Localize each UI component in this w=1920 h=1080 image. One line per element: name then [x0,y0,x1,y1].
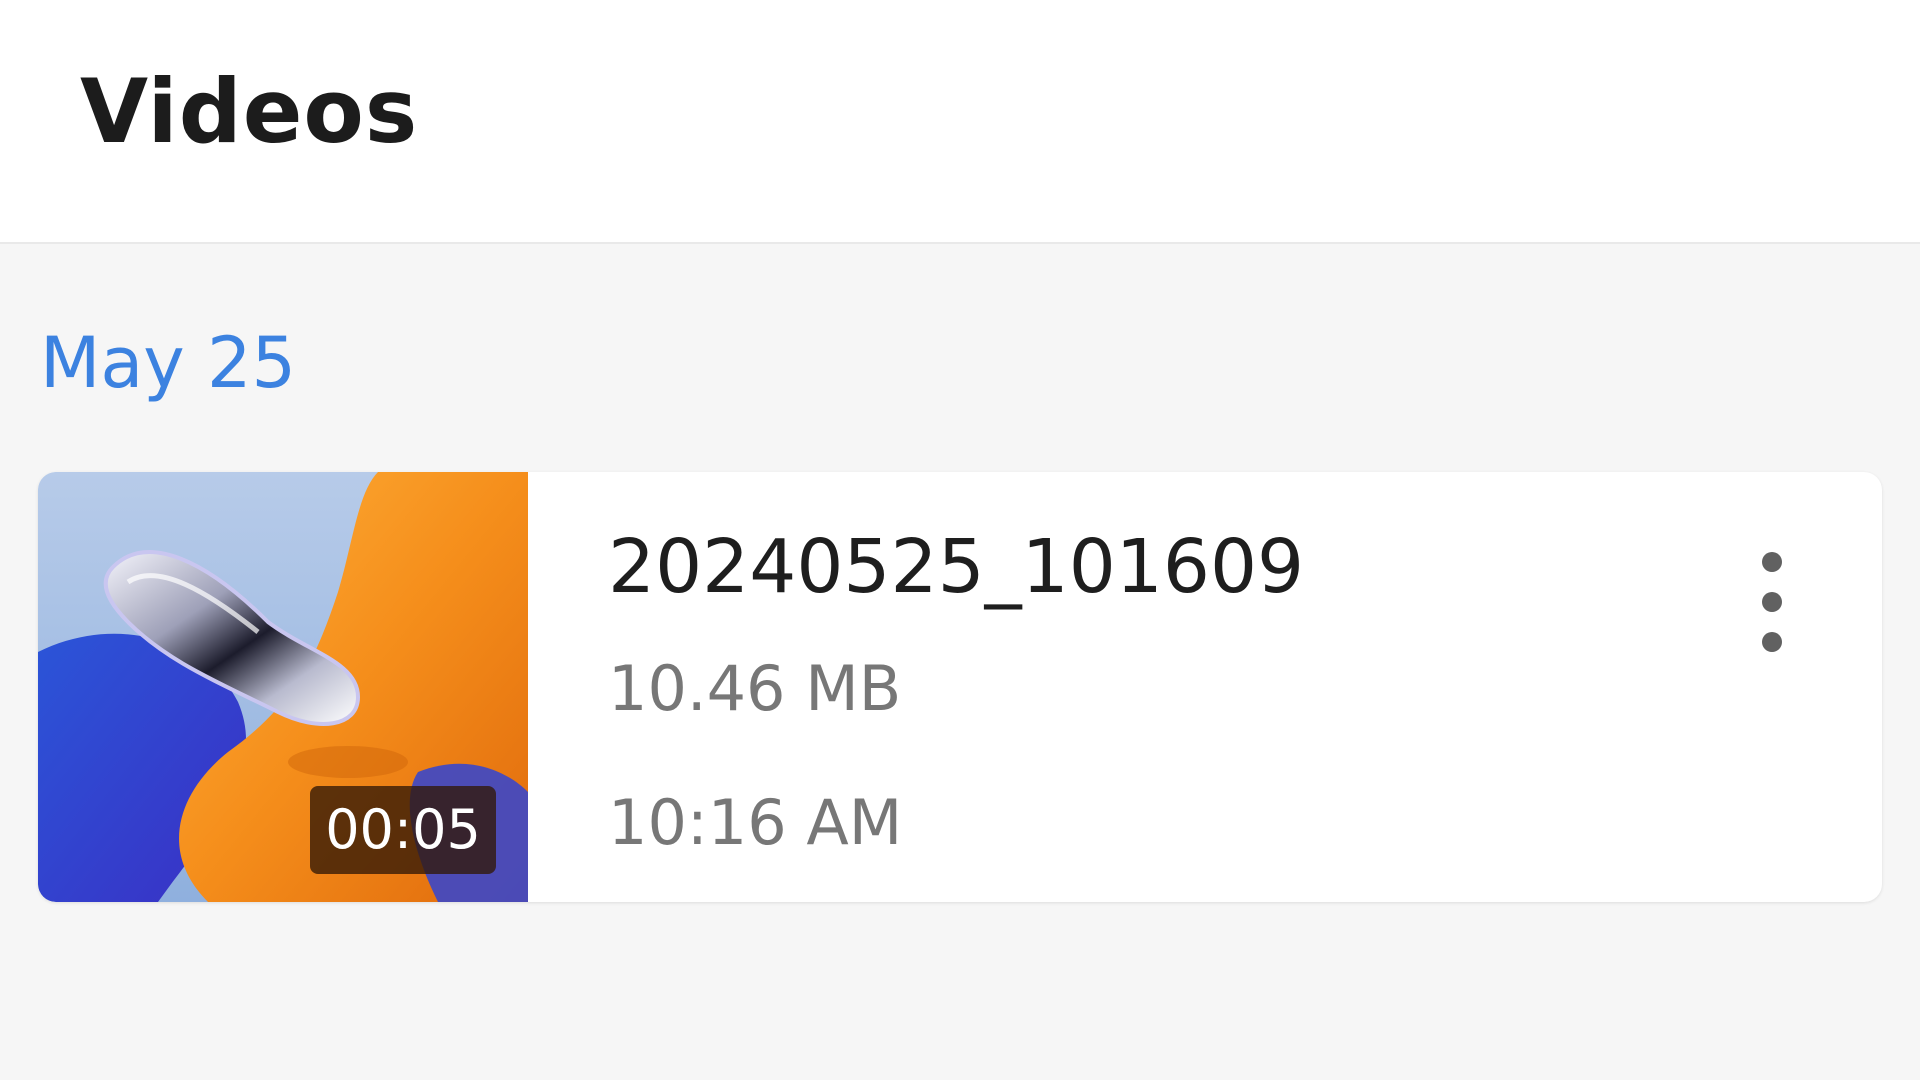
video-file-name: 20240525_101609 [608,524,1305,610]
video-time: 10:16 AM [608,786,903,859]
top-app-bar: Videos [0,0,1920,244]
more-vert-icon-dot [1762,592,1782,612]
page-title: Videos [80,60,419,163]
more-options-button[interactable] [1744,552,1800,652]
video-thumbnail[interactable]: 00:05 [38,472,528,902]
video-list-item[interactable]: 00:05 20240525_101609 10.46 MB 10:16 AM [38,472,1882,902]
app-window: Videos May 25 00:05 20240525_101609 10.4… [0,0,1920,1080]
more-vert-icon [1762,552,1782,572]
more-vert-icon-dot [1762,632,1782,652]
video-file-size: 10.46 MB [608,652,902,725]
date-section-header: May 25 [40,322,297,404]
video-duration-badge: 00:05 [310,786,496,874]
